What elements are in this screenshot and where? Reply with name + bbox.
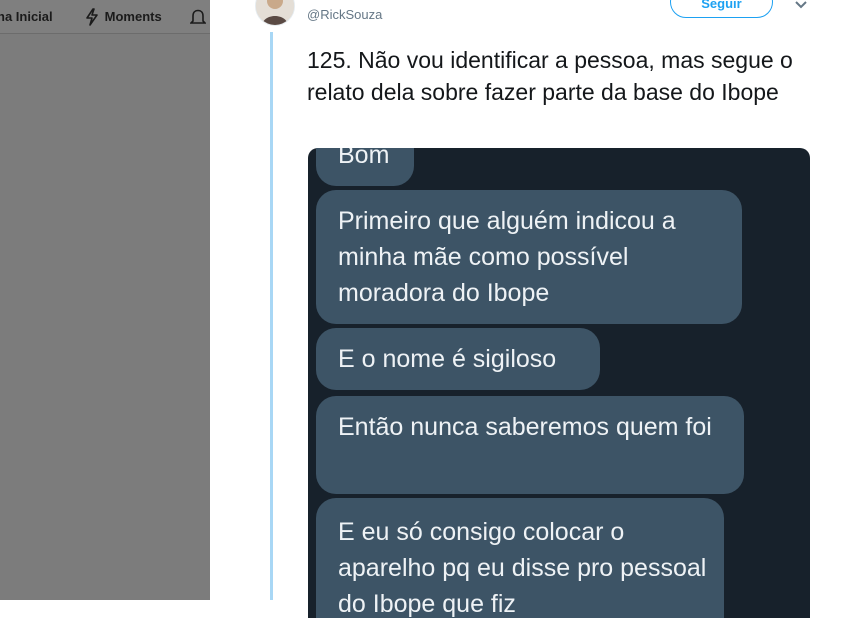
bell-icon [189,9,206,24]
thread-line [270,32,273,600]
chat-message: E eu só consigo colocar o aparelho pq eu… [316,498,724,618]
follow-button[interactable]: Seguir [670,0,773,18]
chat-message: Bom [316,148,414,186]
top-navigation: na Inicial Moments [0,0,210,34]
chat-message: Primeiro que alguém indicou a minha mãe … [316,190,742,324]
tweet-modal: @RickSouza Seguir 125. Não vou identific… [210,0,849,618]
lightning-icon [85,7,98,26]
tweet-text: 125. Não vou identificar a pessoa, mas s… [307,47,793,105]
nav-home-label: na Inicial [0,9,53,24]
chat-message-text: Então nunca saberemos quem foi [338,413,712,441]
nav-moments[interactable]: Moments [85,0,162,33]
chat-message: E o nome é sigiloso [316,328,600,390]
nav-home[interactable]: na Inicial [0,0,53,33]
avatar-illustration [256,0,294,25]
tweet-image[interactable]: Bom Primeiro que alguém indicou a minha … [308,148,810,618]
chat-message-text: Primeiro que alguém indicou a minha mãe … [338,207,676,307]
avatar[interactable] [255,0,295,26]
chat-message-text: E eu só consigo colocar o aparelho pq eu… [338,518,707,618]
chat-message: Então nunca saberemos quem foi [316,396,744,494]
nav-moments-label: Moments [104,9,162,24]
user-handle[interactable]: @RickSouza [307,7,382,22]
nav-notifications[interactable] [189,0,206,33]
page-backdrop [0,0,210,600]
chevron-down-icon[interactable] [794,0,808,15]
